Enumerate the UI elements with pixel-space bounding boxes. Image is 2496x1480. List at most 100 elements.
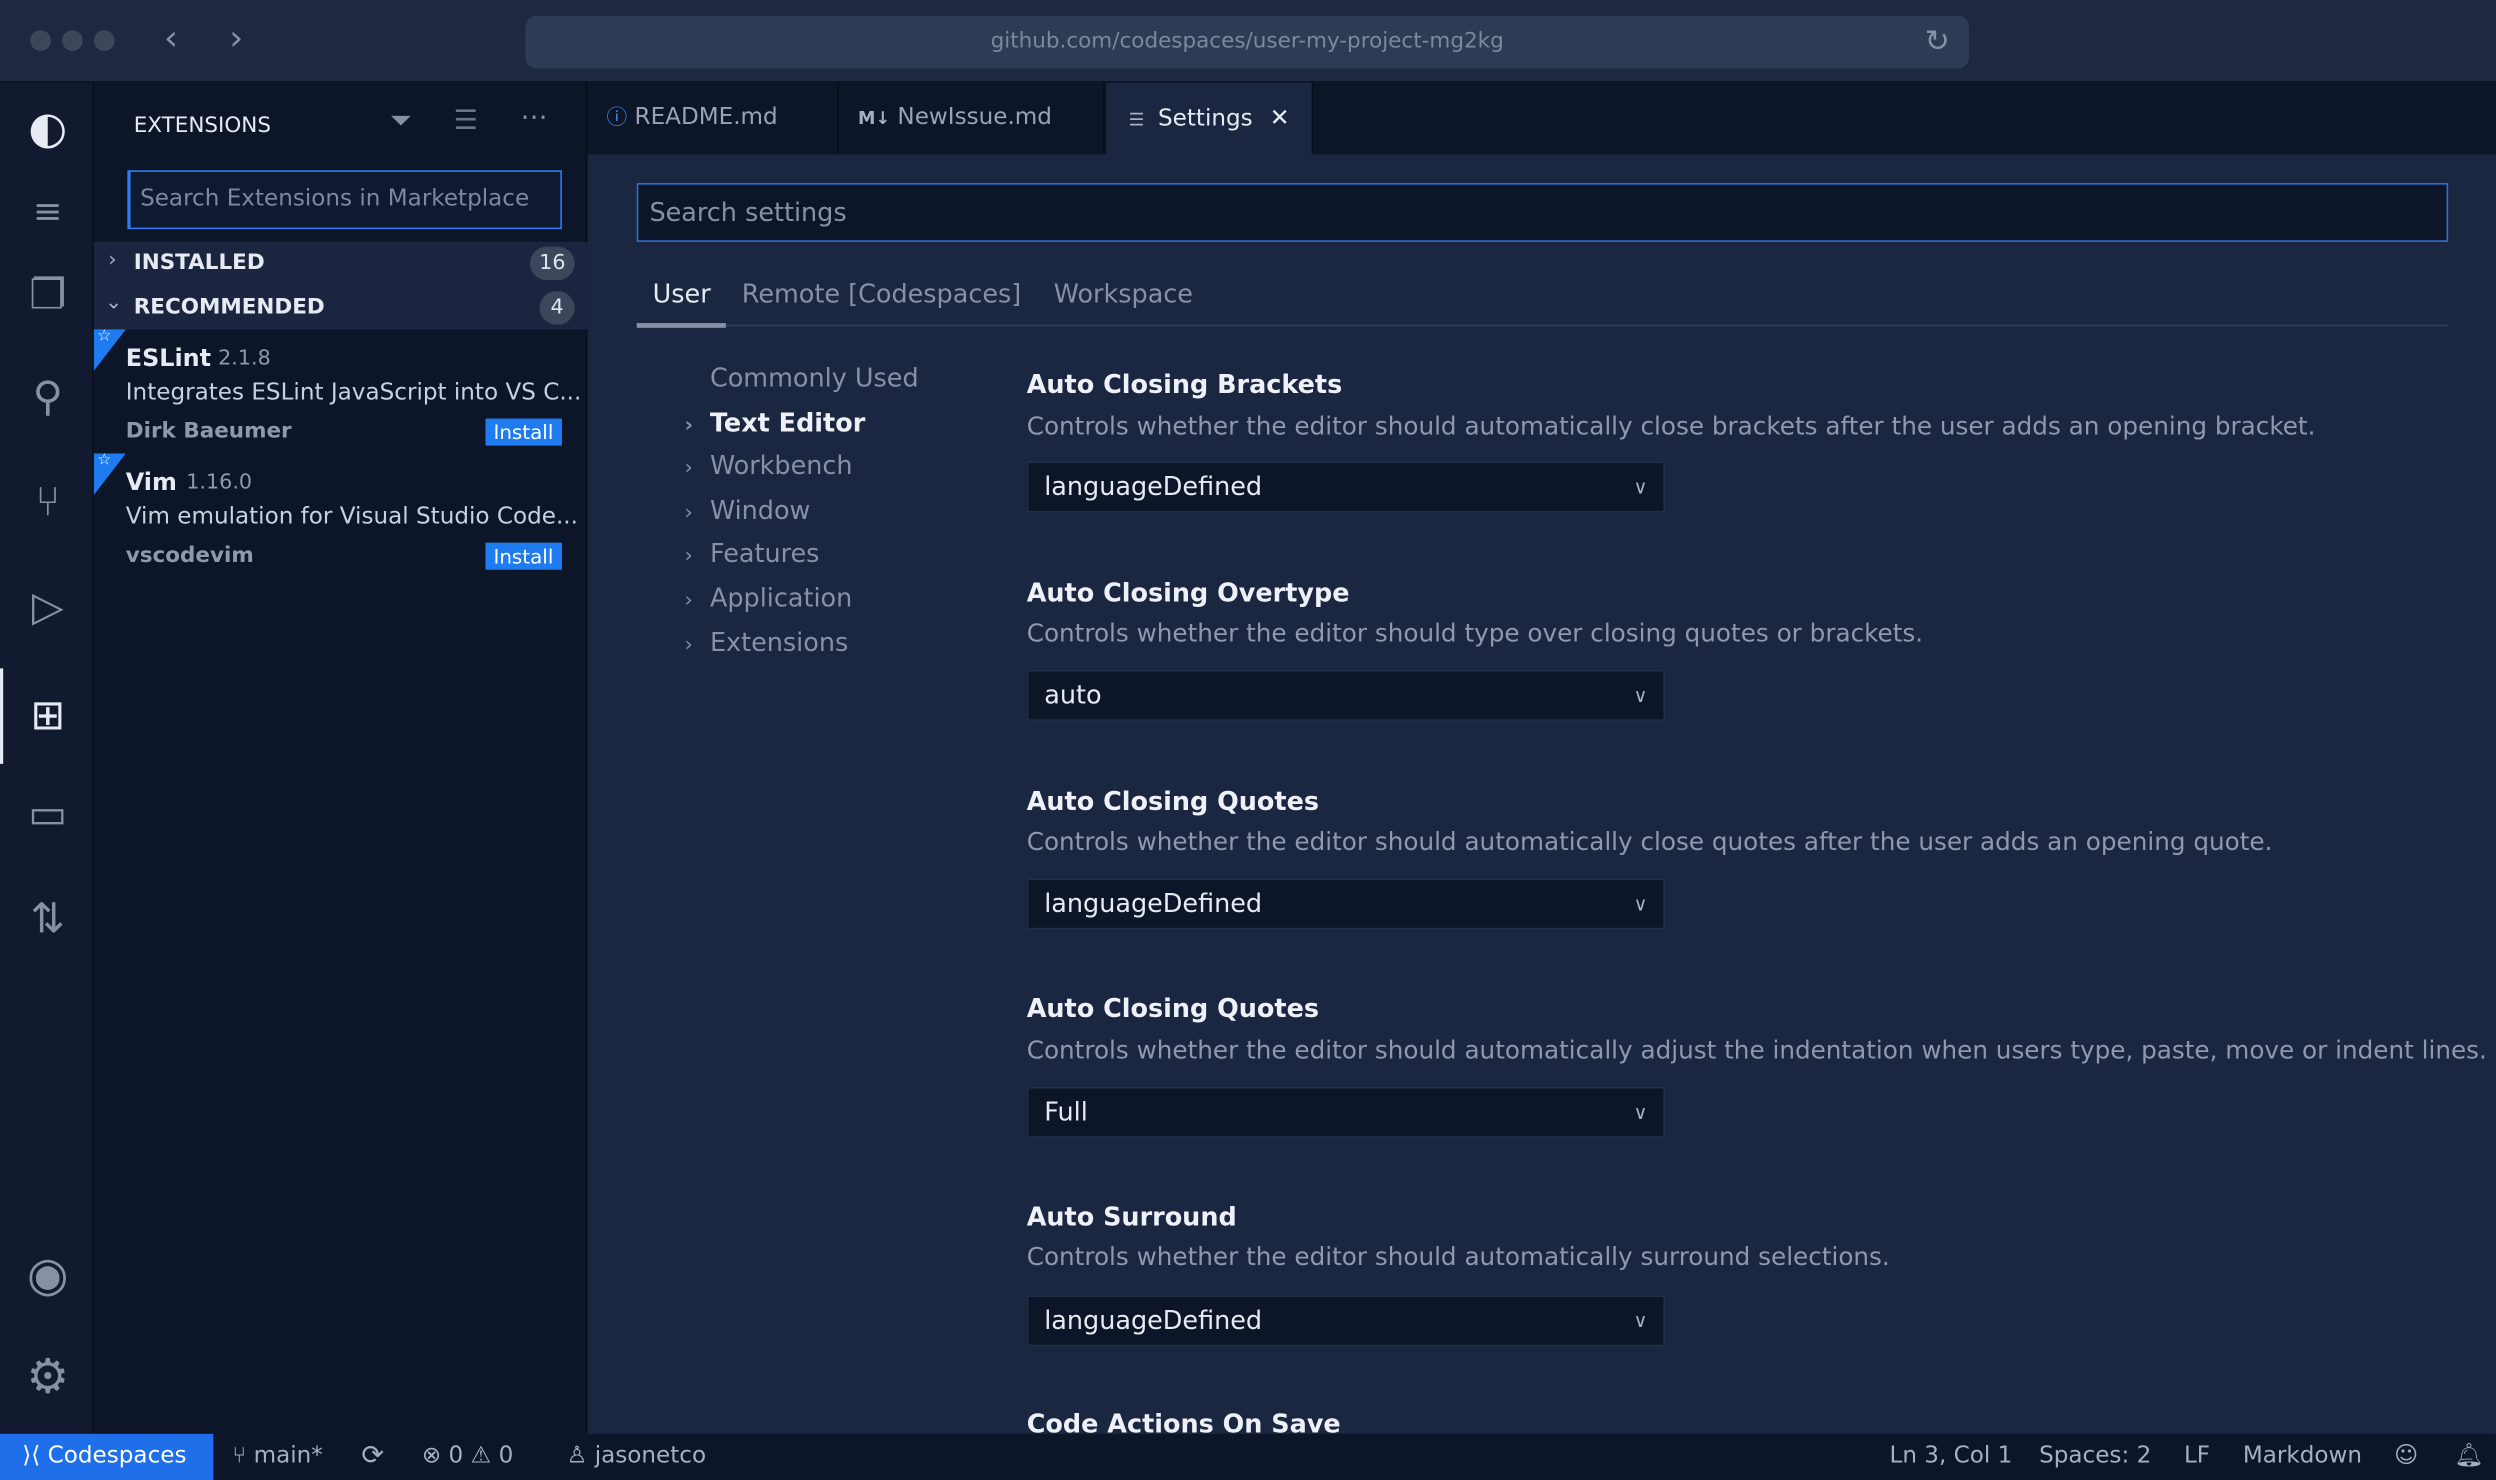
chevron-down-icon: ∨ (1633, 1309, 1648, 1333)
toc-workbench[interactable]: › Workbench (684, 450, 852, 480)
notifications-bell-icon[interactable]: 🔔︎ (2455, 1434, 2484, 1480)
pull-requests-icon[interactable]: ⇅ (21, 893, 75, 947)
branch-label: main* (253, 1443, 323, 1469)
tab-readme[interactable]: ⓘ README.md (587, 82, 839, 155)
tab-label: NewIssue.md (897, 105, 1052, 131)
scope-tab-remote[interactable]: Remote [Codespaces] (742, 278, 1021, 308)
remote-explorer-icon[interactable]: ▭ (21, 788, 75, 842)
settings-gear-icon[interactable]: ⚙ (21, 1350, 75, 1405)
chevron-right-icon: › (684, 501, 693, 526)
tab-newissue[interactable]: M↓ NewIssue.md (839, 82, 1105, 155)
activity-bar: ◐ ≡ ❐ ⚲ ⑂ ▷ ⊞ ▭ ⇅ ◉ ⚙ (0, 82, 94, 1434)
toc-label: Extensions (709, 627, 849, 658)
extension-name: ESLint (125, 343, 212, 373)
chevron-down-icon: ∨ (1633, 1101, 1648, 1124)
extension-item-vim[interactable]: ☆ Vim 1.16.0 Vim emulation for Visual St… (93, 452, 587, 578)
setting-description: Controls whether the editor should autom… (1026, 412, 2316, 441)
warning-icon: ⚠ (470, 1443, 492, 1469)
chevron-right-icon: › (684, 456, 693, 481)
install-button[interactable]: Install (485, 542, 562, 570)
extension-name: Vim (125, 467, 177, 497)
reload-icon[interactable]: ↻ (1925, 16, 1950, 69)
back-icon[interactable]: ‹ (164, 19, 178, 59)
setting-title: Auto Surround (1026, 1201, 1237, 1232)
close-tab-icon[interactable]: ✕ (1270, 103, 1290, 132)
remote-icon: ⟩⟨ (22, 1443, 41, 1469)
setting-dropdown[interactable]: Full ∨ (1026, 1086, 1666, 1138)
search-icon[interactable]: ⚲ (21, 371, 75, 425)
feedback-icon[interactable]: ☺ (2394, 1434, 2418, 1480)
toc-features[interactable]: › Features (684, 538, 819, 568)
extension-item-eslint[interactable]: ☆ ESLint 2.1.8 Integrates ESLint JavaScr… (93, 328, 587, 453)
setting-title: Auto Closing Quotes (1026, 786, 1320, 817)
toc-application[interactable]: › Application (684, 582, 852, 612)
extension-version: 1.16.0 (186, 471, 253, 495)
github-vscode-logo-icon: ◐ (28, 101, 68, 155)
sidebar-title: EXTENSIONS (133, 112, 272, 139)
clear-results-icon[interactable]: ☰ (454, 105, 478, 137)
sync-icon[interactable]: ⟳ (361, 1434, 384, 1480)
more-actions-icon[interactable]: ⋯ (521, 102, 548, 134)
filter-icon[interactable]: ⏷ (390, 105, 412, 137)
setting-dropdown[interactable]: languageDefined ∨ (1026, 461, 1666, 513)
remote-indicator[interactable]: ⟩⟨ Codespaces (0, 1433, 214, 1480)
branch-indicator[interactable]: ⑂ main* (232, 1434, 322, 1480)
chevron-down-icon: ∨ (1633, 892, 1648, 916)
chevron-down-icon: ⌄ (105, 291, 123, 316)
indentation[interactable]: Spaces: 2 (2039, 1434, 2151, 1480)
settings-search-input[interactable]: Search settings (636, 183, 2449, 242)
scope-tab-user[interactable]: User (653, 278, 711, 308)
extension-description: Integrates ESLint JavaScript into VS C..… (125, 380, 582, 406)
account-icon[interactable]: ◉ (21, 1248, 75, 1303)
extensions-search-input[interactable]: Search Extensions in Marketplace (127, 170, 562, 230)
problems-indicator[interactable]: ⊗ 0 ⚠ 0 (422, 1434, 513, 1480)
setting-title: Auto Closing Overtype (1026, 577, 1350, 608)
setting-dropdown[interactable]: languageDefined ∨ (1026, 878, 1666, 930)
toc-text-editor[interactable]: › Text Editor (684, 407, 865, 437)
setting-dropdown[interactable]: auto ∨ (1026, 669, 1666, 721)
source-control-icon[interactable]: ⑂ (21, 476, 75, 530)
explorer-icon[interactable]: ❐ (21, 269, 75, 323)
tab-label: Settings (1158, 106, 1253, 133)
active-scope-underline (636, 323, 726, 328)
window-minimize-button[interactable] (62, 30, 83, 51)
toc-commonly-used[interactable]: Commonly Used (710, 363, 919, 393)
extensions-icon[interactable]: ⊞ (21, 689, 75, 743)
toc-extensions[interactable]: › Extensions (684, 627, 848, 657)
tab-label: README.md (634, 105, 778, 131)
info-icon: ⓘ (606, 106, 628, 131)
address-bar[interactable]: github.com/codespaces/user-my-project-mg… (525, 15, 1970, 69)
window-close-button[interactable] (30, 30, 51, 51)
toc-label: Text Editor (709, 407, 866, 438)
extension-publisher: vscodevim (125, 542, 254, 569)
language-mode[interactable]: Markdown (2243, 1434, 2362, 1480)
section-label: INSTALLED (133, 249, 265, 276)
setting-title: Auto Closing Quotes (1026, 993, 1320, 1024)
user-indicator[interactable]: ♙ jasonetco (567, 1434, 706, 1480)
section-recommended[interactable]: ⌄ RECOMMENDED 4 (93, 286, 588, 330)
setting-title: Auto Closing Brackets (1026, 369, 1343, 400)
forward-icon[interactable]: › (229, 19, 243, 59)
dropdown-value: languageDefined (1044, 888, 1263, 919)
toc-label: Application (709, 582, 853, 613)
error-icon: ⊗ (421, 1443, 442, 1469)
install-button[interactable]: Install (485, 418, 562, 446)
section-installed[interactable]: › INSTALLED 16 (93, 241, 588, 287)
cursor-position[interactable]: Ln 3, Col 1 (1889, 1434, 2012, 1480)
section-label: RECOMMENDED (133, 294, 325, 320)
recommended-star-icon: ☆ (93, 328, 126, 371)
setting-dropdown[interactable]: languageDefined ∨ (1026, 1295, 1666, 1347)
scope-tab-workspace[interactable]: Workspace (1054, 278, 1193, 308)
browser-titlebar: ‹ › github.com/codespaces/user-my-projec… (0, 0, 2496, 83)
run-debug-icon[interactable]: ▷ (21, 581, 75, 635)
tab-settings[interactable]: ☰ Settings ✕ (1106, 82, 1314, 155)
menu-icon[interactable]: ≡ (21, 186, 75, 240)
count-badge: 4 (539, 291, 575, 325)
extension-publisher: Dirk Baeumer (125, 418, 292, 445)
toc-window[interactable]: › Window (684, 495, 810, 525)
dropdown-value: Full (1044, 1096, 1088, 1127)
settings-list-icon: ☰ (1128, 109, 1145, 131)
end-of-line[interactable]: LF (2184, 1434, 2210, 1480)
window-maximize-button[interactable] (93, 30, 115, 51)
toc-label: Features (709, 537, 820, 569)
